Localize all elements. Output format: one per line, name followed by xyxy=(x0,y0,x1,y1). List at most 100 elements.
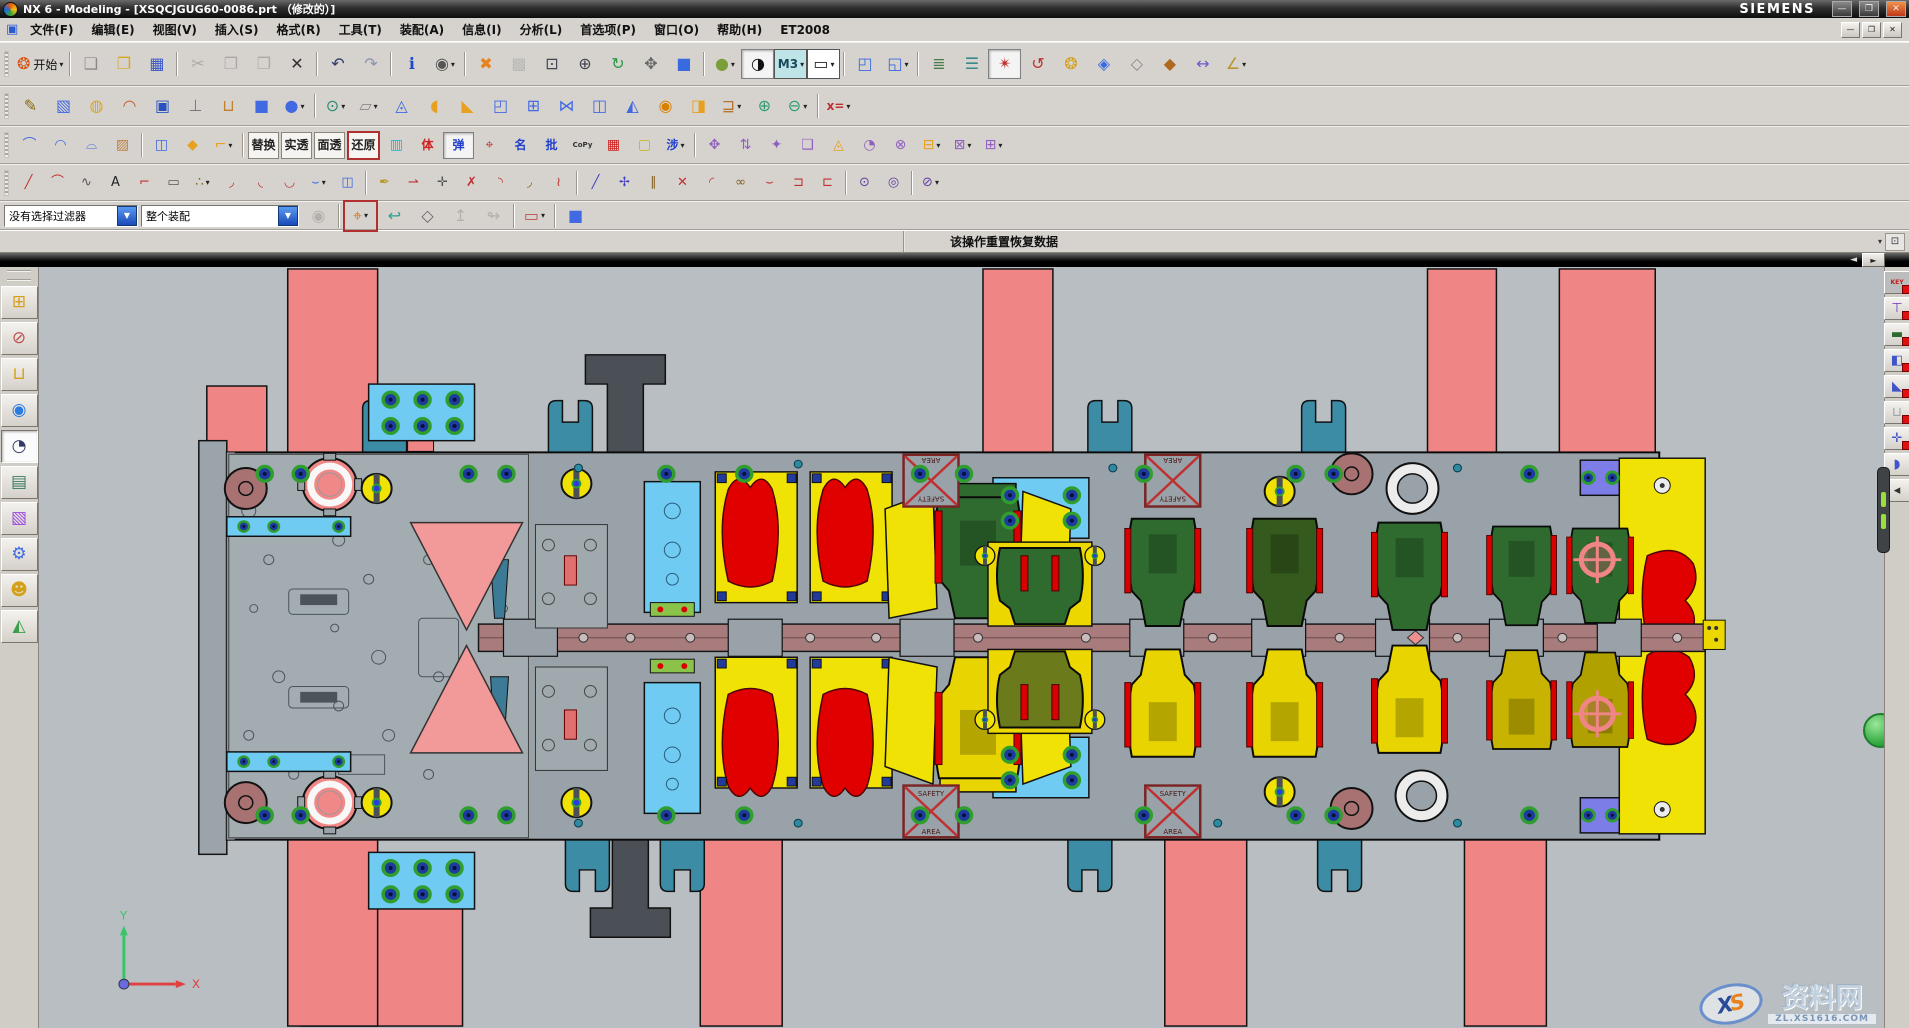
point-button[interactable]: ⊙▾ xyxy=(319,92,352,120)
text-button[interactable]: A xyxy=(101,170,130,195)
new-button[interactable]: ❏ xyxy=(74,49,107,79)
mdi-minimize-button[interactable]: — xyxy=(1841,22,1860,38)
find-component-button[interactable]: ◉▾ xyxy=(428,49,461,79)
point-set-button[interactable]: ∴▾ xyxy=(188,170,217,195)
wcs-orient-button[interactable]: ↺ xyxy=(1021,49,1054,79)
fit-view-button[interactable]: ✖ xyxy=(469,49,502,79)
batch-button[interactable]: 批 xyxy=(536,132,567,159)
toolbar-drag-grip[interactable] xyxy=(1877,467,1890,553)
expression-button[interactable]: x=▾ xyxy=(822,92,855,120)
menu-window[interactable]: 窗口(O) xyxy=(645,19,708,40)
resource-bar-grip[interactable] xyxy=(7,270,31,281)
through-curves-button[interactable]: ⌒ xyxy=(14,132,45,159)
die-insert-template-button[interactable]: ▬ xyxy=(1884,323,1909,346)
project-curve-button[interactable]: ✛ xyxy=(428,170,457,195)
dropdown-arrow-icon[interactable]: ▼ xyxy=(278,206,298,226)
menu-file[interactable]: 文件(F) xyxy=(21,19,82,40)
assembly-navigator-button[interactable]: ≣ xyxy=(922,49,955,79)
corner-arc-button[interactable]: ⌣ xyxy=(755,170,784,195)
open-button[interactable]: ❐ xyxy=(107,49,140,79)
revolve-button[interactable]: ◍ xyxy=(80,92,113,120)
show-shaded-button[interactable]: ■ xyxy=(559,201,592,231)
menu-insert[interactable]: 插入(S) xyxy=(206,19,268,40)
dropdown-arrow-icon[interactable]: ▼ xyxy=(117,206,137,226)
center-target-button[interactable]: ⌖ xyxy=(474,132,505,159)
double-circle-button[interactable]: ∞ xyxy=(726,170,755,195)
menu-help[interactable]: 帮助(H) xyxy=(708,19,771,40)
fillet3-button[interactable]: ◡ xyxy=(275,170,304,195)
sketch-line-button[interactable]: ╱ xyxy=(581,170,610,195)
arc-button[interactable]: ⌒ xyxy=(43,170,72,195)
shell-button[interactable]: ◰ xyxy=(484,92,517,120)
datum-csys-button[interactable]: ◬ xyxy=(385,92,418,120)
pocket-button[interactable]: ⊔ xyxy=(212,92,245,120)
rendering-style-button[interactable]: ●▾ xyxy=(708,49,741,79)
die-button-template-button[interactable]: ⊔ xyxy=(1884,401,1909,424)
menu-view[interactable]: 视图(V) xyxy=(144,19,206,40)
section-stripes-button[interactable]: ▥ xyxy=(381,132,412,159)
line-button[interactable]: ╱ xyxy=(14,170,43,195)
component-position-button[interactable]: ⊞▾ xyxy=(978,132,1009,159)
offset-face-button[interactable]: ◨ xyxy=(682,92,715,120)
scene-tools-tab[interactable]: ⚙ xyxy=(1,538,38,571)
name-button[interactable]: 名 xyxy=(505,132,536,159)
history-tab[interactable]: ◔ xyxy=(1,430,38,463)
rectangle-button[interactable]: ▭ xyxy=(159,170,188,195)
menu-information[interactable]: 信息(I) xyxy=(453,19,510,40)
swept-surface-button[interactable]: ◠ xyxy=(45,132,76,159)
layer-settings-button[interactable]: ☰ xyxy=(955,49,988,79)
cross-line-button[interactable]: ✕ xyxy=(668,170,697,195)
mirror-body-button[interactable]: ⋈ xyxy=(550,92,583,120)
orient-view-front-button[interactable]: ◰ xyxy=(848,49,881,79)
restore-button[interactable]: 还原 xyxy=(347,131,380,160)
scroll-right-button[interactable]: ► xyxy=(1862,253,1885,267)
fillet-button[interactable]: ◞ xyxy=(217,170,246,195)
information-button[interactable]: ℹ xyxy=(395,49,428,79)
viewport-canvas[interactable]: SAFETY AREA xyxy=(39,267,1884,1028)
zoom-in-out-button[interactable]: ⊕ xyxy=(568,49,601,79)
system-materials-tab[interactable]: ▤ xyxy=(1,466,38,499)
maximize-button[interactable]: ❐ xyxy=(1859,1,1879,17)
offset-curve-button[interactable]: ⇀ xyxy=(399,170,428,195)
part-navigator-tab[interactable]: ⊔ xyxy=(1,358,38,391)
arrange-component-button[interactable]: ⊠▾ xyxy=(947,132,978,159)
scenes-tab[interactable]: ◭ xyxy=(1,610,38,643)
redo-button[interactable]: ↷ xyxy=(354,49,387,79)
boss2-button[interactable]: ◉ xyxy=(649,92,682,120)
punch-template-button[interactable]: ⊤ xyxy=(1884,297,1909,320)
join-curve-button[interactable]: ◝ xyxy=(486,170,515,195)
wave-geometry-button[interactable]: ◔ xyxy=(854,132,885,159)
select-component-button[interactable]: ✦ xyxy=(761,132,792,159)
menu-assemblies[interactable]: 装配(A) xyxy=(391,19,453,40)
sketch-button[interactable]: ✎ xyxy=(14,92,47,120)
curve-mesh-button[interactable]: ▨ xyxy=(107,132,138,159)
spline-button[interactable]: ∿ xyxy=(72,170,101,195)
bridge-curve-button[interactable]: ⌣▾ xyxy=(304,170,333,195)
close-button[interactable]: ✕ xyxy=(1886,1,1906,17)
unite-button[interactable]: ⊕ xyxy=(748,92,781,120)
subtract-button[interactable]: ⊖▾ xyxy=(781,92,814,120)
yellow-cube-button[interactable]: ▢ xyxy=(629,132,660,159)
orient-view-side-button[interactable]: ◱▾ xyxy=(881,49,914,79)
corner-button[interactable]: ⌐ xyxy=(130,170,159,195)
fillet2-button[interactable]: ◟ xyxy=(246,170,275,195)
pilot-template-button[interactable]: ✛ xyxy=(1884,427,1909,450)
replace-button[interactable]: 替换 xyxy=(248,132,279,159)
profile-button[interactable]: ✒ xyxy=(370,170,399,195)
marquee-select-button[interactable]: ▭▾ xyxy=(518,201,551,231)
measure-angle-button[interactable]: ∠▾ xyxy=(1219,49,1252,79)
menu-format[interactable]: 格式(R) xyxy=(268,19,330,40)
move-component-button[interactable]: ✥ xyxy=(699,132,730,159)
body-button[interactable]: 体 xyxy=(412,132,443,159)
wcs-dynamics-button[interactable]: ✴ xyxy=(988,49,1021,79)
visualization-tab[interactable]: ▧ xyxy=(1,502,38,535)
shaded-select-button[interactable]: ◇ xyxy=(411,201,444,231)
shaded-edges-button[interactable]: ◑ xyxy=(741,49,774,79)
retainer-template-button[interactable]: ◧ xyxy=(1884,349,1909,372)
snap-point-button[interactable]: ⌖▾ xyxy=(343,200,378,232)
block-button[interactable]: ■ xyxy=(245,92,278,120)
edge-blend-button[interactable]: ◖ xyxy=(418,92,451,120)
thread-button[interactable]: ◫ xyxy=(583,92,616,120)
measure-distance-button[interactable]: ↔ xyxy=(1186,49,1219,79)
assembly-navigator-tab[interactable]: ⊞ xyxy=(1,286,38,319)
